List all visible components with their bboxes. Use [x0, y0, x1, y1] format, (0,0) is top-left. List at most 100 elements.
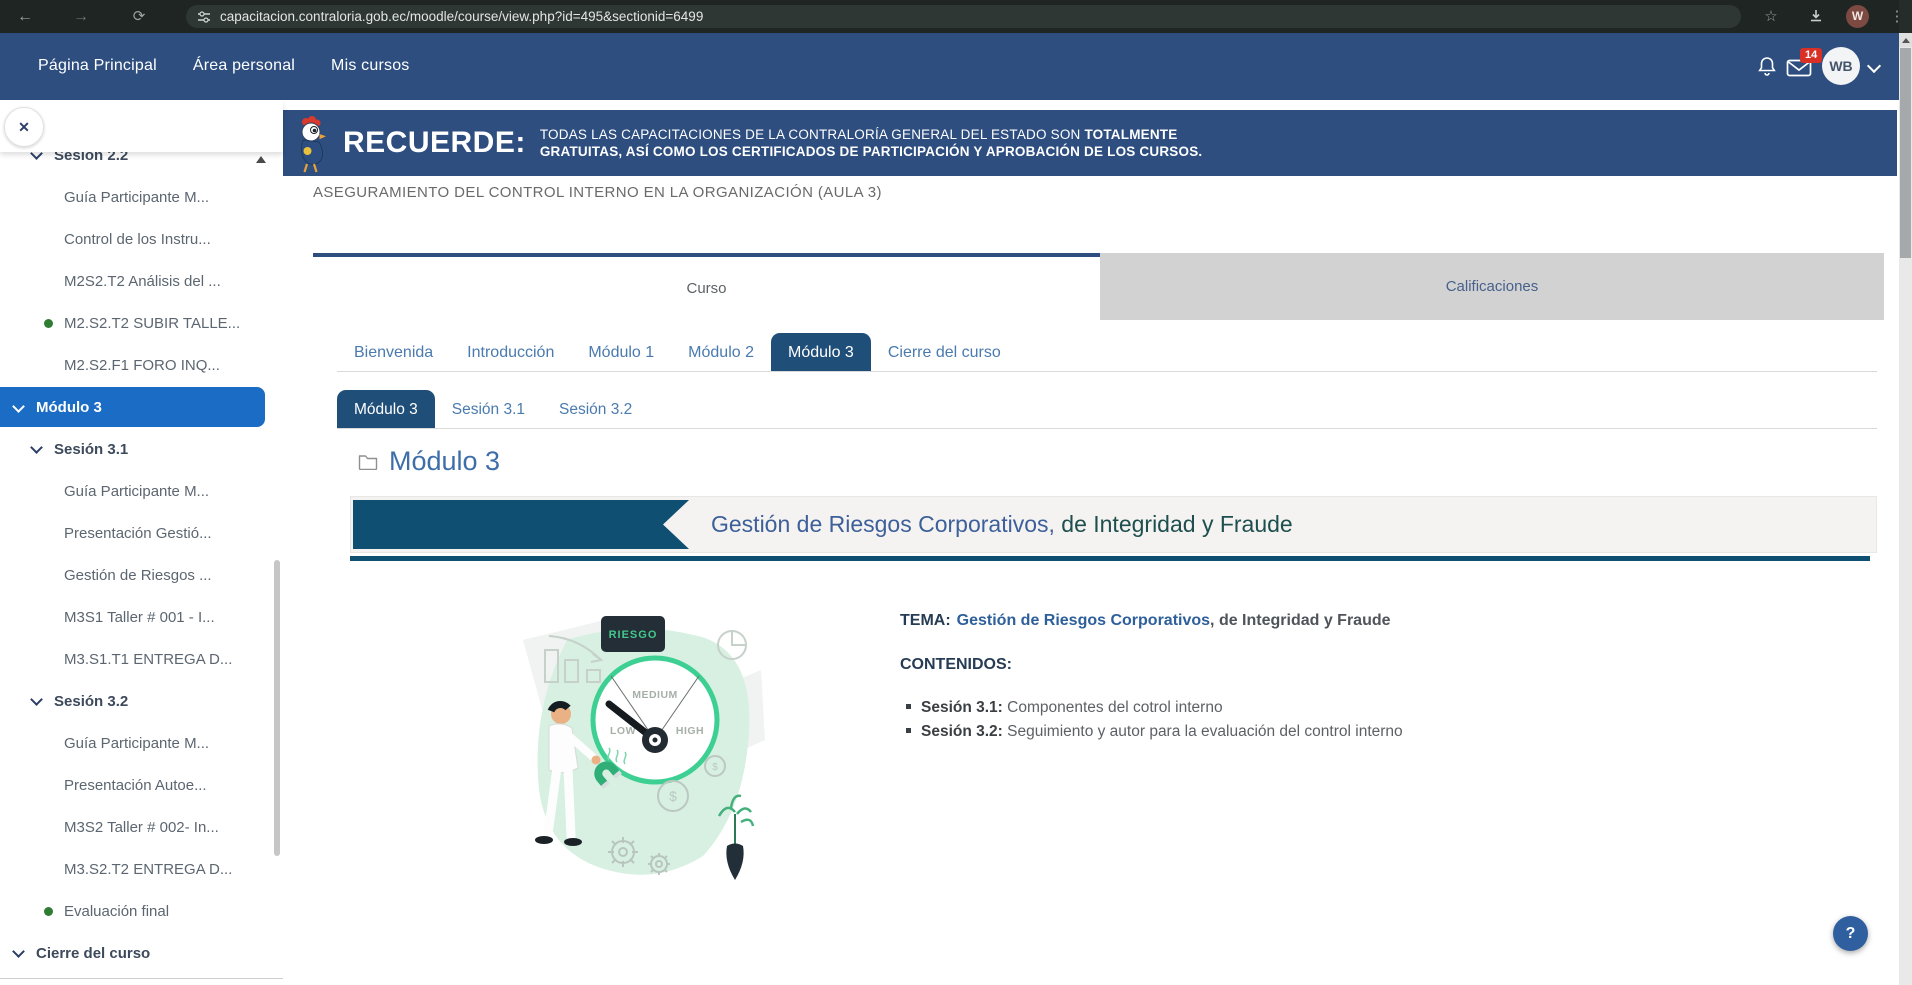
- reminder-title: RECUERDE:: [343, 126, 526, 160]
- pie-chart-icon: [718, 631, 746, 659]
- session-text: Componentes del cotrol interno: [1007, 699, 1222, 716]
- sidebar-item-gu-a-participante-m[interactable]: Guía Participante M...: [0, 722, 283, 764]
- mascot-rooster-icon: [293, 116, 327, 174]
- tema-rest: , de Integridad y Fraude: [1210, 612, 1390, 629]
- tab-calificaciones-label: Calificaciones: [1446, 278, 1539, 295]
- sidebar-nav: Sesión 2.2Guía Participante M...Control …: [0, 134, 283, 974]
- sidebar-item-evaluaci-n-final[interactable]: Evaluación final: [0, 890, 283, 932]
- tab-sesi-n-3-1[interactable]: Sesión 3.1: [435, 390, 542, 429]
- sidebar-header: ✕: [0, 100, 283, 152]
- messages-count-badge[interactable]: 14: [1800, 48, 1822, 63]
- navbar-link-rea-personal[interactable]: Área personal: [193, 57, 295, 75]
- help-button[interactable]: ?: [1833, 916, 1868, 951]
- sidebar-scrollbar-thumb[interactable]: [274, 560, 280, 856]
- scrollbar-up-arrow[interactable]: [1899, 33, 1912, 47]
- sidebar-item-label: Guía Participante M...: [64, 735, 209, 752]
- download-icon[interactable]: [1808, 8, 1824, 24]
- completion-dot-icon: [44, 907, 53, 916]
- contenidos-label: CONTENIDOS:: [900, 656, 1640, 674]
- course-index-sidebar: ✕ Sesión 2.2Guía Participante M...Contro…: [0, 100, 283, 985]
- sidebar-item-m2s2-t2-an-lisis-del[interactable]: M2S2.T2 Análisis del ...: [0, 260, 283, 302]
- sidebar-item-label: M3.S2.T2 ENTREGA D...: [64, 861, 232, 878]
- reminder-line2: GRATUITAS, ASÍ COMO LOS CERTIFICADOS DE …: [540, 144, 1203, 159]
- module-banner-title: Gestión de Riesgos Corporativos, de Inte…: [711, 497, 1293, 552]
- sidebar-item-label: M3S1 Taller # 001 - I...: [64, 609, 215, 626]
- session-text: Seguimiento y autor para la evaluación d…: [1007, 723, 1403, 740]
- tab-calificaciones[interactable]: Calificaciones: [1100, 253, 1884, 320]
- sidebar-item-m3-s2-t2-entrega-d[interactable]: M3.S2.T2 ENTREGA D...: [0, 848, 283, 890]
- help-question-icon: ?: [1846, 925, 1856, 943]
- module-content: TEMA:Gestión de Riesgos Corporativos, de…: [900, 612, 1640, 744]
- sidebar-item-presentaci-n-autoe[interactable]: Presentación Autoe...: [0, 764, 283, 806]
- navbar-links: Página Principal Área personal Mis cursos: [0, 33, 1912, 75]
- reminder-line1: TODAS LAS CAPACITACIONES DE LA CONTRALOR…: [540, 127, 1085, 142]
- contenido-item: Sesión 3.1: Componentes del cotrol inter…: [906, 696, 1640, 720]
- sidebar-item-label: M2.S2.F1 FORO INQ...: [64, 357, 220, 374]
- ribbon-shape: [353, 500, 689, 549]
- site-settings-icon[interactable]: [197, 10, 211, 24]
- browser-chrome: ← → ⟳ capacitacion.contraloria.gob.ec/mo…: [0, 0, 1912, 33]
- tab-sesi-n-3-2[interactable]: Sesión 3.2: [542, 390, 649, 429]
- contenido-item: Sesión 3.2: Seguimiento y autor para la …: [906, 720, 1640, 744]
- tab-m-dulo-3[interactable]: Módulo 3: [771, 333, 871, 372]
- sidebar-item-sesi-n-3-1[interactable]: Sesión 3.1: [0, 428, 283, 470]
- chevron-down-icon: [30, 441, 43, 454]
- tab-cierre-del-curso[interactable]: Cierre del curso: [871, 333, 1018, 372]
- chevron-down-icon: [12, 400, 25, 413]
- tab-introducci-n[interactable]: Introducción: [450, 333, 571, 372]
- chevron-down-icon: [30, 693, 43, 706]
- tab-bienvenida[interactable]: Bienvenida: [337, 333, 450, 372]
- sidebar-item-label: Guía Participante M...: [64, 483, 209, 500]
- sidebar-item-presentaci-n-gesti[interactable]: Presentación Gestió...: [0, 512, 283, 554]
- close-drawer-button[interactable]: ✕: [4, 107, 44, 147]
- sidebar-item-gesti-n-de-riesgos[interactable]: Gestión de Riesgos ...: [0, 554, 283, 596]
- sidebar-item-control-de-los-instru[interactable]: Control de los Instru...: [0, 218, 283, 260]
- plant-icon: [719, 796, 753, 880]
- back-icon[interactable]: ←: [12, 0, 38, 33]
- sidebar-item-label: M3.S1.T1 ENTREGA D...: [64, 651, 232, 668]
- sidebar-item-label: M2S2.T2 Análisis del ...: [64, 273, 221, 290]
- sidebar-item-label: Presentación Autoe...: [64, 777, 207, 794]
- address-bar[interactable]: capacitacion.contraloria.gob.ec/moodle/c…: [186, 5, 1741, 28]
- sidebar-item-label: M2.S2.T2 SUBIR TALLE...: [64, 315, 240, 332]
- url-text: capacitacion.contraloria.gob.ec/moodle/c…: [220, 9, 703, 24]
- sidebar-item-label: Control de los Instru...: [64, 231, 211, 248]
- user-avatar[interactable]: WB: [1822, 47, 1860, 85]
- forward-icon[interactable]: →: [68, 0, 94, 33]
- sidebar-item-m-dulo-3[interactable]: Módulo 3: [0, 387, 265, 427]
- sidebar-item-m3-s1-t1-entrega-d[interactable]: M3.S1.T1 ENTREGA D...: [0, 638, 283, 680]
- bookmark-star-icon[interactable]: ☆: [1758, 0, 1784, 33]
- sidebar-item-m2-s2-f1-foro-inq[interactable]: M2.S2.F1 FORO INQ...: [0, 344, 283, 386]
- sidebar-item-label: Evaluación final: [64, 903, 169, 920]
- reminder-banner: RECUERDE: TODAS LAS CAPACITACIONES DE LA…: [283, 110, 1897, 176]
- module-tabs: Módulo 3Sesión 3.1Sesión 3.2: [337, 390, 649, 429]
- sidebar-item-sesi-n-3-2[interactable]: Sesión 3.2: [0, 680, 283, 722]
- sidebar-item-gu-a-participante-m[interactable]: Guía Participante M...: [0, 176, 283, 218]
- module-heading: Módulo 3: [358, 446, 500, 477]
- sidebar-item-gu-a-participante-m[interactable]: Guía Participante M...: [0, 470, 283, 512]
- module-title-banner: Gestión de Riesgos Corporativos, de Inte…: [350, 496, 1877, 553]
- svg-text:$: $: [669, 788, 677, 804]
- session-label: Sesión 3.2:: [921, 723, 1007, 740]
- sidebar-item-m3s2-taller-002-in[interactable]: M3S2 Taller # 002- In...: [0, 806, 283, 848]
- module-heading-text: Módulo 3: [389, 446, 500, 477]
- sidebar-item-m2-s2-t2-subir-talle[interactable]: M2.S2.T2 SUBIR TALLE...: [0, 302, 283, 344]
- tab-m-dulo-3[interactable]: Módulo 3: [337, 390, 435, 429]
- gauge-low-label: LOW: [610, 725, 636, 737]
- close-icon: ✕: [18, 119, 30, 136]
- bullet-icon: [906, 704, 911, 709]
- tab-curso[interactable]: Curso: [313, 253, 1100, 320]
- page-scrollbar-thumb[interactable]: [1900, 48, 1911, 258]
- sidebar-item-m3s1-taller-001-i[interactable]: M3S1 Taller # 001 - I...: [0, 596, 283, 638]
- browser-profile-avatar[interactable]: W: [1846, 5, 1869, 28]
- gauge-medium-label: MEDIUM: [632, 689, 678, 701]
- navbar-link-mis-cursos[interactable]: Mis cursos: [331, 57, 409, 75]
- sidebar-item-label: Sesión 3.1: [54, 441, 128, 458]
- navbar-link-p-gina-principal[interactable]: Página Principal: [38, 57, 157, 75]
- tab-m-dulo-2[interactable]: Módulo 2: [671, 333, 771, 372]
- refresh-icon[interactable]: ⟳: [126, 0, 152, 33]
- sidebar-item-cierre-del-curso[interactable]: Cierre del curso: [0, 932, 283, 974]
- notifications-bell-icon[interactable]: [1756, 55, 1778, 78]
- chevron-down-icon: [12, 945, 25, 958]
- tab-m-dulo-1[interactable]: Módulo 1: [571, 333, 671, 372]
